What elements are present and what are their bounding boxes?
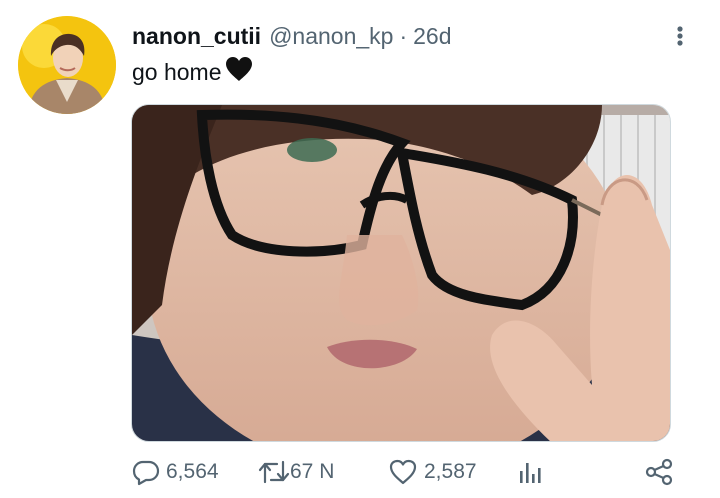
avatar[interactable]: [18, 16, 116, 114]
user-handle[interactable]: @nanon_kp: [269, 22, 393, 50]
tweet-actions: 6,564 67 N 2,587: [132, 452, 680, 492]
views-chart-icon: [520, 463, 541, 483]
tweet[interactable]: nanon_cutii @nanon_kp · 26d go home 6,56…: [0, 0, 720, 498]
timestamp[interactable]: 26d: [413, 22, 451, 50]
like-button[interactable]: 2,587: [388, 456, 477, 488]
more-options-button[interactable]: [668, 20, 692, 52]
tweet-photo[interactable]: [131, 104, 671, 442]
share-icon: [645, 458, 673, 486]
retweet-count: 67 N: [290, 460, 335, 483]
reply-count: 6,564: [166, 460, 219, 483]
like-count: 2,587: [424, 460, 477, 483]
retweet-icon: [258, 460, 290, 484]
reply-button[interactable]: 6,564: [132, 456, 219, 488]
reply-icon: [132, 460, 160, 486]
share-button[interactable]: [644, 456, 674, 488]
black-heart-icon: [224, 56, 254, 88]
more-vertical-icon: [677, 26, 683, 46]
retweet-button[interactable]: 67 N: [258, 456, 334, 488]
separator-dot: ·: [399, 23, 408, 49]
tweet-text-content: go home: [132, 59, 222, 85]
tweet-text: go home: [132, 56, 254, 88]
photo-image: [132, 105, 670, 441]
heart-icon: [389, 459, 417, 485]
views-button[interactable]: [516, 456, 544, 488]
display-name[interactable]: nanon_cutii: [132, 22, 261, 50]
tweet-header: nanon_cutii @nanon_kp · 26d: [132, 22, 452, 50]
